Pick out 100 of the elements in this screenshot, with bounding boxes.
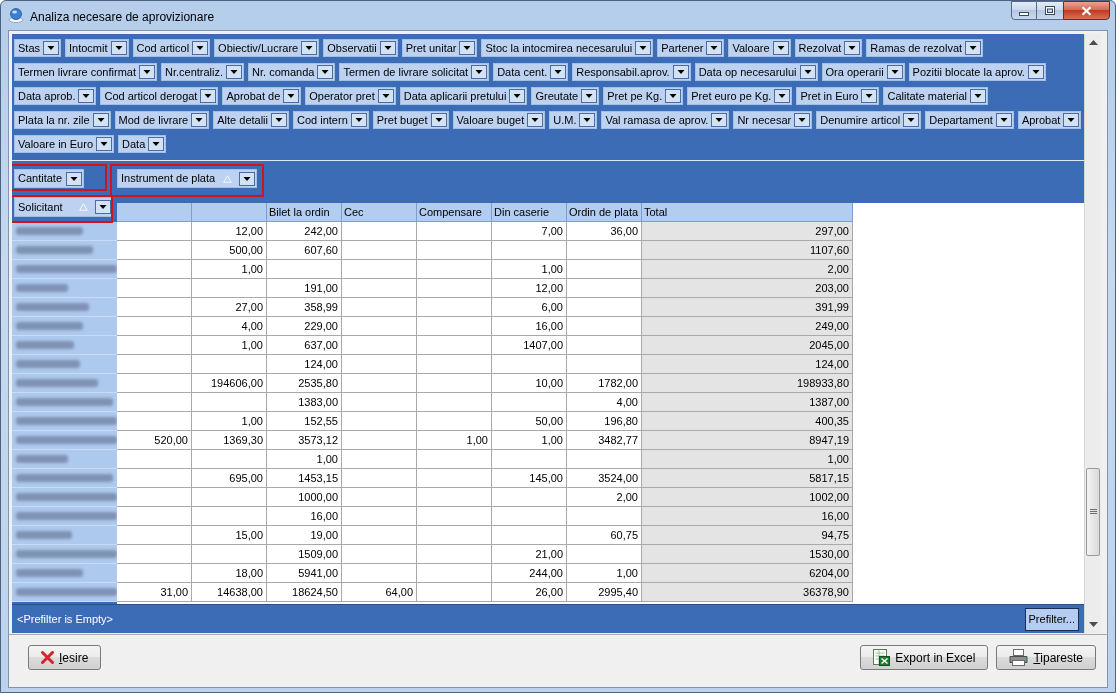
maximize-button[interactable] bbox=[1037, 1, 1063, 20]
table-cell: 500,00 bbox=[192, 241, 267, 260]
field-button[interactable]: Stoc la intocmirea necesarului bbox=[481, 39, 654, 57]
print-button[interactable]: Tipareste bbox=[996, 645, 1096, 670]
field-button[interactable]: Observatii bbox=[323, 39, 398, 57]
field-button[interactable]: Partener bbox=[657, 39, 725, 57]
field-button[interactable]: Val ramasa de aprov. bbox=[601, 111, 730, 129]
table-cell: 1,00 bbox=[417, 431, 492, 450]
field-button[interactable]: Data cent. bbox=[493, 63, 569, 81]
field-button[interactable]: Pret in Euro bbox=[796, 87, 880, 105]
close-button[interactable] bbox=[1063, 1, 1110, 20]
field-button[interactable]: Data bbox=[118, 135, 167, 153]
field-button[interactable]: Cantitate bbox=[14, 169, 84, 188]
field-button[interactable]: Valoare in Euro bbox=[14, 135, 114, 153]
table-cell: 21,00 bbox=[492, 545, 567, 564]
field-button[interactable]: Instrument de plata bbox=[117, 169, 257, 188]
field-button[interactable]: Mod de livrare bbox=[114, 111, 210, 129]
field-button[interactable]: Nr necesar bbox=[733, 111, 813, 129]
field-button[interactable]: U.M. bbox=[549, 111, 598, 129]
table-cell: 16,00 bbox=[492, 317, 567, 336]
field-button[interactable]: Greutate bbox=[531, 87, 600, 105]
field-button[interactable]: Nr.centraliz. bbox=[161, 63, 245, 81]
field-button[interactable]: Data aplicarii pretului bbox=[399, 87, 528, 105]
field-button[interactable]: Aprobat bbox=[1017, 111, 1082, 129]
field-button[interactable]: Cod articol bbox=[132, 39, 211, 57]
table-cell: 26,00 bbox=[492, 583, 567, 602]
field-button[interactable]: Operator pret bbox=[305, 87, 396, 105]
table-cell: 27,00 bbox=[192, 298, 267, 317]
total-cell: 8947,19 bbox=[642, 431, 853, 450]
field-button[interactable]: Calitate material bbox=[883, 87, 988, 105]
field-button[interactable]: Alte detalii bbox=[213, 111, 289, 129]
scroll-up-arrow-icon[interactable] bbox=[1088, 40, 1098, 45]
field-button[interactable]: Departament bbox=[925, 111, 1014, 129]
close-x-icon bbox=[41, 651, 54, 664]
blurred-name-placeholder bbox=[16, 531, 72, 539]
field-button[interactable]: Valoare bbox=[728, 39, 791, 57]
table-cell: 229,00 bbox=[267, 317, 342, 336]
field-button[interactable]: Pret pe Kg. bbox=[603, 87, 684, 105]
exit-button[interactable]: Iesire bbox=[28, 645, 102, 670]
table-cell: 4,00 bbox=[567, 393, 642, 412]
total-cell: 391,99 bbox=[642, 298, 853, 317]
field-button[interactable]: Valoare buget bbox=[452, 111, 546, 129]
blurred-name-placeholder bbox=[16, 322, 83, 330]
close-icon bbox=[1081, 5, 1092, 16]
total-cell: 1387,00 bbox=[642, 393, 853, 412]
blurred-name-placeholder bbox=[16, 227, 83, 235]
field-button[interactable]: Cod intern bbox=[293, 111, 369, 129]
prefilter-button[interactable]: Prefilter... bbox=[1024, 607, 1079, 631]
table-cell: 194606,00 bbox=[192, 374, 267, 393]
table-cell: 242,00 bbox=[267, 222, 342, 241]
total-cell: 249,00 bbox=[642, 317, 853, 336]
total-cell: 400,35 bbox=[642, 412, 853, 431]
field-button[interactable]: Pret unitar bbox=[401, 39, 478, 57]
field-button[interactable]: Aprobat de bbox=[222, 87, 302, 105]
table-cell: 152,55 bbox=[267, 412, 342, 431]
field-button[interactable]: Ora operarii bbox=[821, 63, 905, 81]
scrollbar-thumb[interactable] bbox=[1086, 468, 1100, 556]
table-cell: 1,00 bbox=[492, 260, 567, 279]
table-cell: 1509,00 bbox=[267, 545, 342, 564]
field-button[interactable]: Termen de livrare solicitat bbox=[339, 63, 490, 81]
field-button[interactable]: Pozitii blocate la aprov. bbox=[908, 63, 1046, 81]
table-cell: 695,00 bbox=[192, 469, 267, 488]
window-title: Analiza necesare de aprovizionare bbox=[30, 9, 215, 26]
table-cell: 60,75 bbox=[567, 526, 642, 545]
table-cell: 2995,40 bbox=[567, 583, 642, 602]
field-button[interactable]: Data aprob. bbox=[14, 87, 97, 105]
field-button[interactable]: Solicitant bbox=[14, 197, 113, 217]
field-button[interactable]: Stas bbox=[14, 39, 61, 57]
table-cell: 19,00 bbox=[267, 526, 342, 545]
field-button[interactable]: Denumire articol bbox=[816, 111, 922, 129]
field-button[interactable]: Termen livrare confirmat bbox=[14, 63, 157, 81]
minimize-icon bbox=[1019, 11, 1029, 16]
field-button[interactable]: Pret euro pe Kg. bbox=[687, 87, 793, 105]
table-cell: 12,00 bbox=[192, 222, 267, 241]
scroll-down-arrow-icon[interactable] bbox=[1088, 622, 1098, 627]
table-cell: 16,00 bbox=[267, 507, 342, 526]
field-button[interactable]: Nr. comanda bbox=[248, 63, 336, 81]
blurred-name-placeholder bbox=[16, 569, 83, 577]
field-button[interactable]: Plata la nr. zile bbox=[14, 111, 111, 129]
minimize-button[interactable] bbox=[1011, 1, 1037, 20]
field-button[interactable]: Ramas de rezolvat bbox=[866, 39, 984, 57]
table-cell: 124,00 bbox=[267, 355, 342, 374]
total-cell: 1002,00 bbox=[642, 488, 853, 507]
vertical-scrollbar[interactable] bbox=[1084, 34, 1101, 633]
export-button[interactable]: Export in Excel bbox=[860, 645, 989, 670]
table-cell: 1453,15 bbox=[267, 469, 342, 488]
blurred-name-placeholder bbox=[16, 341, 74, 349]
field-button[interactable]: Pret buget bbox=[372, 111, 449, 129]
field-button[interactable]: Intocmit bbox=[65, 39, 129, 57]
table-cell: 1407,00 bbox=[492, 336, 567, 355]
field-button[interactable]: Rezolvat bbox=[794, 39, 863, 57]
field-button[interactable]: Obiectiv/Lucrare bbox=[214, 39, 320, 57]
total-cell: 1530,00 bbox=[642, 545, 853, 564]
total-cell: 36378,90 bbox=[642, 583, 853, 602]
field-button[interactable]: Data op necesarului bbox=[694, 63, 818, 81]
table-cell: 50,00 bbox=[492, 412, 567, 431]
field-button[interactable]: Responsabil.aprov. bbox=[572, 63, 691, 81]
field-button[interactable]: Cod articol derogat bbox=[100, 87, 219, 105]
blurred-name-placeholder bbox=[16, 455, 68, 463]
table-cell: 3482,77 bbox=[567, 431, 642, 450]
